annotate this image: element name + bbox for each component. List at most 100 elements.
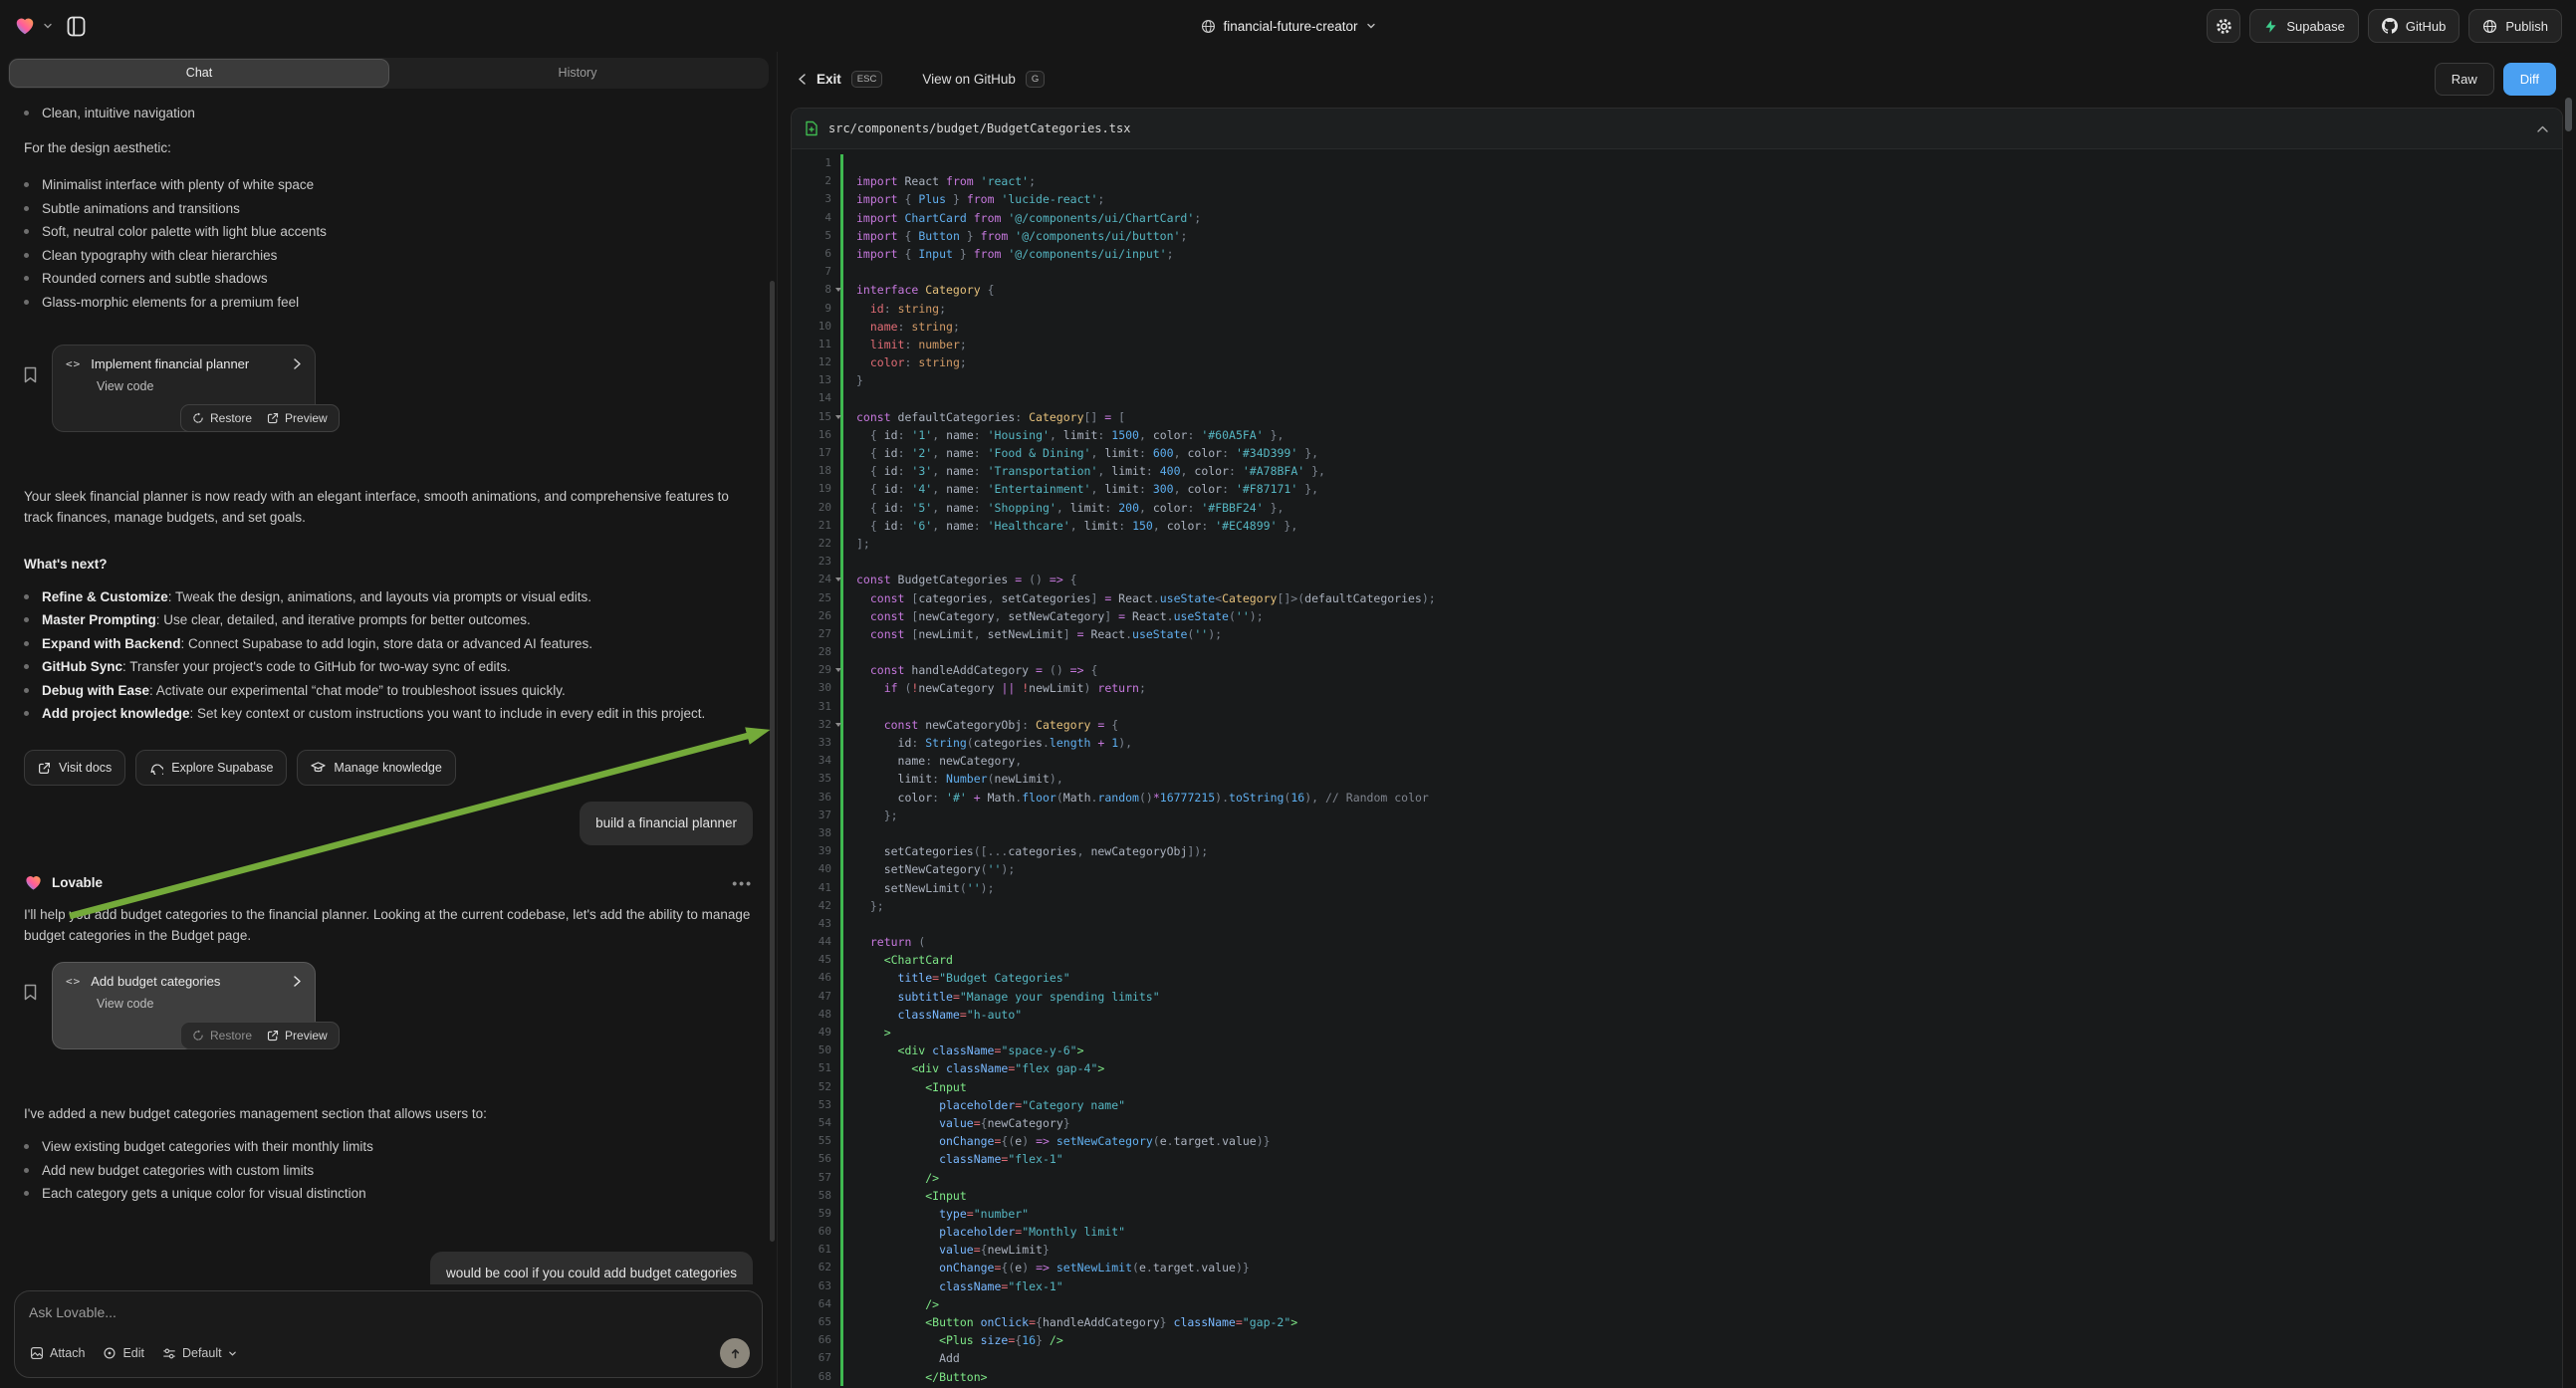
code-line: 23: [792, 553, 2562, 571]
github-label: GitHub: [2406, 19, 2446, 34]
code-line: 5import { Button } from '@/components/ui…: [792, 227, 2562, 245]
explore-supabase-button[interactable]: Explore Supabase: [135, 750, 287, 786]
code-line: 11 limit: number;: [792, 336, 2562, 353]
chevron-down-icon: [228, 1349, 237, 1358]
restore-icon: [192, 1030, 204, 1041]
code-line: 26 const [newCategory, setNewCategory] =…: [792, 607, 2562, 625]
globe-icon: [2482, 19, 2497, 34]
bullet-item: Minimalist interface with plenty of whit…: [24, 174, 753, 195]
user-message: would be cool if you could add budget ca…: [24, 1252, 753, 1284]
code-icon: <>: [66, 975, 81, 988]
bookmark-icon[interactable]: [24, 366, 37, 474]
version-card-implement-financial-planner[interactable]: <> Implement financial planner View code…: [52, 345, 316, 432]
edit-button[interactable]: Edit: [103, 1346, 144, 1360]
code-editor[interactable]: 12import React from 'react';3import { Pl…: [792, 149, 2562, 1386]
code-line: 1: [792, 154, 2562, 172]
code-line: 17 { id: '2', name: 'Food & Dining', lim…: [792, 444, 2562, 462]
message-menu-button[interactable]: •••: [732, 875, 753, 891]
restore-icon: [192, 412, 204, 424]
code-line: 45 <ChartCard: [792, 951, 2562, 969]
publish-button[interactable]: Publish: [2468, 9, 2562, 43]
bullet-item: Clean, intuitive navigation: [24, 103, 753, 123]
code-line: 6import { Input } from '@/components/ui/…: [792, 245, 2562, 263]
project-switcher[interactable]: financial-future-creator: [1200, 0, 1375, 52]
design-bullet-list: Minimalist interface with plenty of whit…: [24, 174, 753, 313]
chevron-down-icon: [1366, 21, 1376, 31]
bullet-item: Subtle animations and transitions: [24, 198, 753, 219]
g-key-badge: G: [1026, 71, 1045, 88]
image-icon: [30, 1346, 44, 1360]
version-card-row: <> Add budget categories View code Resto…: [24, 962, 753, 1091]
preview-button[interactable]: Preview: [267, 411, 328, 425]
view-code-link[interactable]: View code: [97, 997, 302, 1011]
code-line: 7: [792, 263, 2562, 281]
restore-preview-pill: Restore Preview: [180, 404, 340, 432]
code-line: 67 Add: [792, 1349, 2562, 1367]
code-file-container: src/components/budget/BudgetCategories.t…: [791, 108, 2563, 1388]
view-on-github-button[interactable]: View on GitHub G: [922, 71, 1045, 88]
publish-label: Publish: [2505, 19, 2548, 34]
code-scrollbar[interactable]: [2565, 98, 2572, 131]
toggle-panel-button[interactable]: [60, 10, 92, 42]
bullet-item: Each category gets a unique color for vi…: [24, 1183, 753, 1204]
user-message-bubble: build a financial planner: [580, 802, 753, 845]
tab-history[interactable]: History: [388, 60, 767, 87]
chat-input[interactable]: Ask Lovable...: [29, 1304, 748, 1320]
raw-toggle-button[interactable]: Raw: [2435, 63, 2494, 96]
code-line: 16 { id: '1', name: 'Housing', limit: 15…: [792, 426, 2562, 444]
version-card-title: Implement financial planner: [91, 356, 249, 371]
exit-button[interactable]: Exit ESC: [798, 71, 882, 88]
diff-toggle-button[interactable]: Diff: [2503, 63, 2556, 96]
suggestion-buttons: Visit docs Explore Supabase Manage knowl…: [24, 750, 753, 786]
github-button[interactable]: GitHub: [2368, 9, 2459, 43]
visit-docs-button[interactable]: Visit docs: [24, 750, 125, 786]
external-link-icon: [38, 762, 51, 775]
restore-button[interactable]: Restore: [192, 1029, 252, 1042]
tab-chat[interactable]: Chat: [10, 60, 388, 87]
file-header[interactable]: src/components/budget/BudgetCategories.t…: [792, 109, 2562, 149]
chat-panel: Chat History Clean, intuitive navigation…: [0, 52, 777, 1388]
chevron-left-icon: [798, 73, 807, 86]
chevron-right-icon[interactable]: [293, 357, 302, 370]
supabase-label: Supabase: [2286, 19, 2345, 34]
bullet-item: Soft, neutral color palette with light b…: [24, 221, 753, 242]
supabase-button[interactable]: Supabase: [2249, 9, 2359, 43]
chevron-up-icon[interactable]: [2536, 124, 2549, 133]
whats-next-heading: What's next?: [24, 554, 753, 575]
version-card-add-budget-categories[interactable]: <> Add budget categories View code Resto…: [52, 962, 316, 1049]
assistant-header: Lovable •••: [24, 873, 753, 892]
code-line: 61 value={newLimit}: [792, 1241, 2562, 1259]
code-line: 29 const handleAddCategory = () => {: [792, 661, 2562, 679]
attach-button[interactable]: Attach: [30, 1346, 85, 1360]
settings-button[interactable]: [2207, 9, 2240, 43]
code-line: 9 id: string;: [792, 300, 2562, 318]
chevron-right-icon[interactable]: [293, 975, 302, 988]
version-card-row: <> Implement financial planner View code…: [24, 345, 753, 474]
code-line: 15const defaultCategories: Category[] = …: [792, 408, 2562, 426]
preview-button[interactable]: Preview: [267, 1029, 328, 1042]
chat-message-list[interactable]: Clean, intuitive navigation For the desi…: [0, 89, 777, 1284]
chat-composer[interactable]: Ask Lovable... Attach Edit Default: [14, 1290, 763, 1378]
code-line: 3import { Plus } from 'lucide-react';: [792, 190, 2562, 208]
code-panel: Exit ESC View on GitHub G Raw Diff src/c…: [777, 52, 2576, 1388]
chevron-down-icon[interactable]: [43, 21, 53, 31]
mode-selector[interactable]: Default: [162, 1346, 237, 1360]
bullet-item: Master Prompting: Use clear, detailed, a…: [24, 609, 753, 630]
bullet-item: Refine & Customize: Tweak the design, an…: [24, 586, 753, 607]
bookmark-icon[interactable]: [24, 984, 37, 1091]
added-bullet-list: View existing budget categories with the…: [24, 1136, 753, 1204]
code-line: 33 id: String(categories.length + 1),: [792, 734, 2562, 752]
send-button[interactable]: [720, 1338, 750, 1368]
manage-knowledge-button[interactable]: Manage knowledge: [297, 750, 455, 786]
code-line: 42 };: [792, 897, 2562, 915]
code-icon: <>: [66, 357, 81, 370]
bullet-item: Expand with Backend: Connect Supabase to…: [24, 633, 753, 654]
lovable-logo[interactable]: [14, 15, 36, 37]
restore-button[interactable]: Restore: [192, 411, 252, 425]
code-line: 41 setNewLimit('');: [792, 879, 2562, 897]
code-line: 8interface Category {: [792, 281, 2562, 299]
arrow-up-icon: [729, 1347, 742, 1360]
view-code-link[interactable]: View code: [97, 379, 302, 393]
bullet-item: Glass-morphic elements for a premium fee…: [24, 292, 753, 313]
chat-scrollbar[interactable]: [770, 281, 775, 1242]
